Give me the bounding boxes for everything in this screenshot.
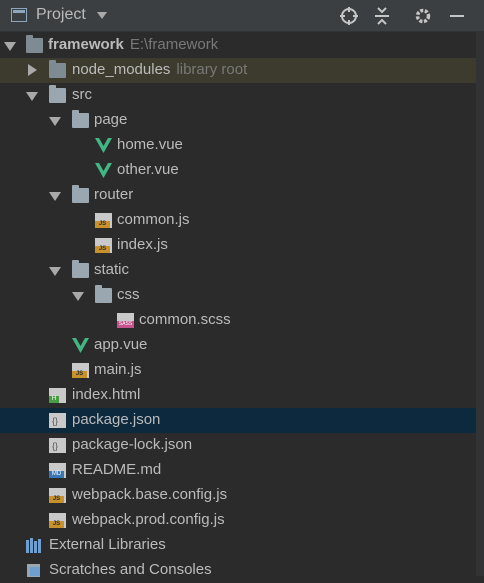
- tree-item-css[interactable]: css: [0, 283, 476, 308]
- tree-item-page[interactable]: page: [0, 108, 476, 133]
- tree-item-index-html[interactable]: index.html: [0, 383, 476, 408]
- js-file-icon: [49, 488, 66, 503]
- scratches-label: Scratches and Consoles: [49, 561, 212, 578]
- expanded-arrow-icon[interactable]: [49, 192, 61, 201]
- vue-file-icon: [95, 163, 112, 178]
- js-file-icon: [49, 513, 66, 528]
- folder-icon: [72, 260, 89, 278]
- file-name: index.html: [72, 386, 141, 403]
- folder-name: router: [94, 186, 134, 203]
- folder-icon: [49, 85, 66, 103]
- file-name: main.js: [94, 361, 142, 378]
- file-name: home.vue: [117, 136, 183, 153]
- tree-item-index-js[interactable]: index.js: [0, 233, 476, 258]
- tree-item-webpack-prod-config[interactable]: webpack.prod.config.js: [0, 508, 476, 533]
- tree-item-main-js[interactable]: main.js: [0, 358, 476, 383]
- file-name: index.js: [117, 236, 168, 253]
- collapsed-arrow-icon[interactable]: [28, 64, 37, 76]
- library-root-hint: library root: [176, 61, 248, 78]
- locate-icon[interactable]: [339, 6, 359, 26]
- vue-file-icon: [95, 138, 112, 153]
- folder-name: css: [117, 286, 140, 303]
- hide-icon[interactable]: [447, 6, 467, 26]
- file-name: other.vue: [117, 161, 179, 178]
- vue-file-icon: [72, 338, 89, 353]
- file-name: webpack.prod.config.js: [72, 511, 225, 528]
- tree-item-router[interactable]: router: [0, 183, 476, 208]
- folder-name: node_modules: [72, 61, 171, 78]
- folder-icon: [26, 35, 43, 53]
- tree-item-webpack-base-config[interactable]: webpack.base.config.js: [0, 483, 476, 508]
- collapse-all-icon[interactable]: [372, 6, 392, 26]
- tool-window-title[interactable]: Project: [36, 6, 86, 24]
- project-tree: framework E:\framework node_modules librar…: [0, 32, 476, 578]
- tree-item-framework[interactable]: framework E:\framework: [0, 33, 476, 58]
- js-file-icon: [95, 238, 112, 253]
- expanded-arrow-icon[interactable]: [72, 292, 84, 301]
- external-libraries-label: External Libraries: [49, 536, 166, 553]
- file-name: app.vue: [94, 336, 148, 353]
- file-name: package.json: [72, 411, 161, 428]
- tree-item-static[interactable]: static: [0, 258, 476, 283]
- tree-item-node-modules[interactable]: node_modules library root: [0, 58, 476, 83]
- tree-item-scratches[interactable]: Scratches and Consoles: [0, 558, 476, 583]
- html-file-icon: [49, 388, 66, 403]
- folder-icon: [72, 110, 89, 128]
- tree-item-app-vue[interactable]: app.vue: [0, 333, 476, 358]
- folder-name: src: [72, 86, 92, 103]
- file-name: README.md: [72, 461, 162, 478]
- folder-icon: [49, 60, 66, 78]
- folder-name: static: [94, 261, 130, 278]
- js-file-icon: [72, 363, 89, 378]
- folder-name: page: [94, 111, 128, 128]
- root-folder-name: framework: [48, 36, 124, 53]
- tree-item-common-js[interactable]: common.js: [0, 208, 476, 233]
- file-name: common.scss: [139, 311, 231, 328]
- tree-item-external-libraries[interactable]: External Libraries: [0, 533, 476, 558]
- markdown-file-icon: [49, 463, 66, 478]
- tree-item-src[interactable]: src: [0, 83, 476, 108]
- tree-item-package-json[interactable]: package.json: [0, 408, 476, 433]
- tree-item-other-vue[interactable]: other.vue: [0, 158, 476, 183]
- folder-icon: [95, 285, 112, 303]
- folder-icon: [72, 185, 89, 203]
- tree-item-home-vue[interactable]: home.vue: [0, 133, 476, 158]
- project-view-icon: [11, 8, 27, 22]
- file-name: package-lock.json: [72, 436, 193, 453]
- file-name: common.js: [117, 211, 190, 228]
- sass-file-icon: [117, 313, 134, 328]
- editor-gutter-edge: [476, 32, 484, 576]
- tree-item-readme-md[interactable]: README.md: [0, 458, 476, 483]
- expanded-arrow-icon[interactable]: [49, 117, 61, 126]
- file-name: webpack.base.config.js: [72, 486, 228, 503]
- json-file-icon: [49, 438, 66, 453]
- tree-item-package-lock-json[interactable]: package-lock.json: [0, 433, 476, 458]
- expanded-arrow-icon[interactable]: [4, 42, 16, 51]
- root-folder-path: E:\framework: [129, 36, 219, 53]
- chevron-down-icon[interactable]: [97, 12, 107, 19]
- tree-item-common-scss[interactable]: common.scss: [0, 308, 476, 333]
- library-icon: [26, 538, 41, 553]
- js-file-icon: [95, 213, 112, 228]
- expanded-arrow-icon[interactable]: [26, 92, 38, 101]
- expanded-arrow-icon[interactable]: [49, 267, 61, 276]
- tool-window-header: Project: [0, 0, 484, 32]
- settings-icon[interactable]: [413, 6, 433, 26]
- json-file-icon: [49, 413, 66, 428]
